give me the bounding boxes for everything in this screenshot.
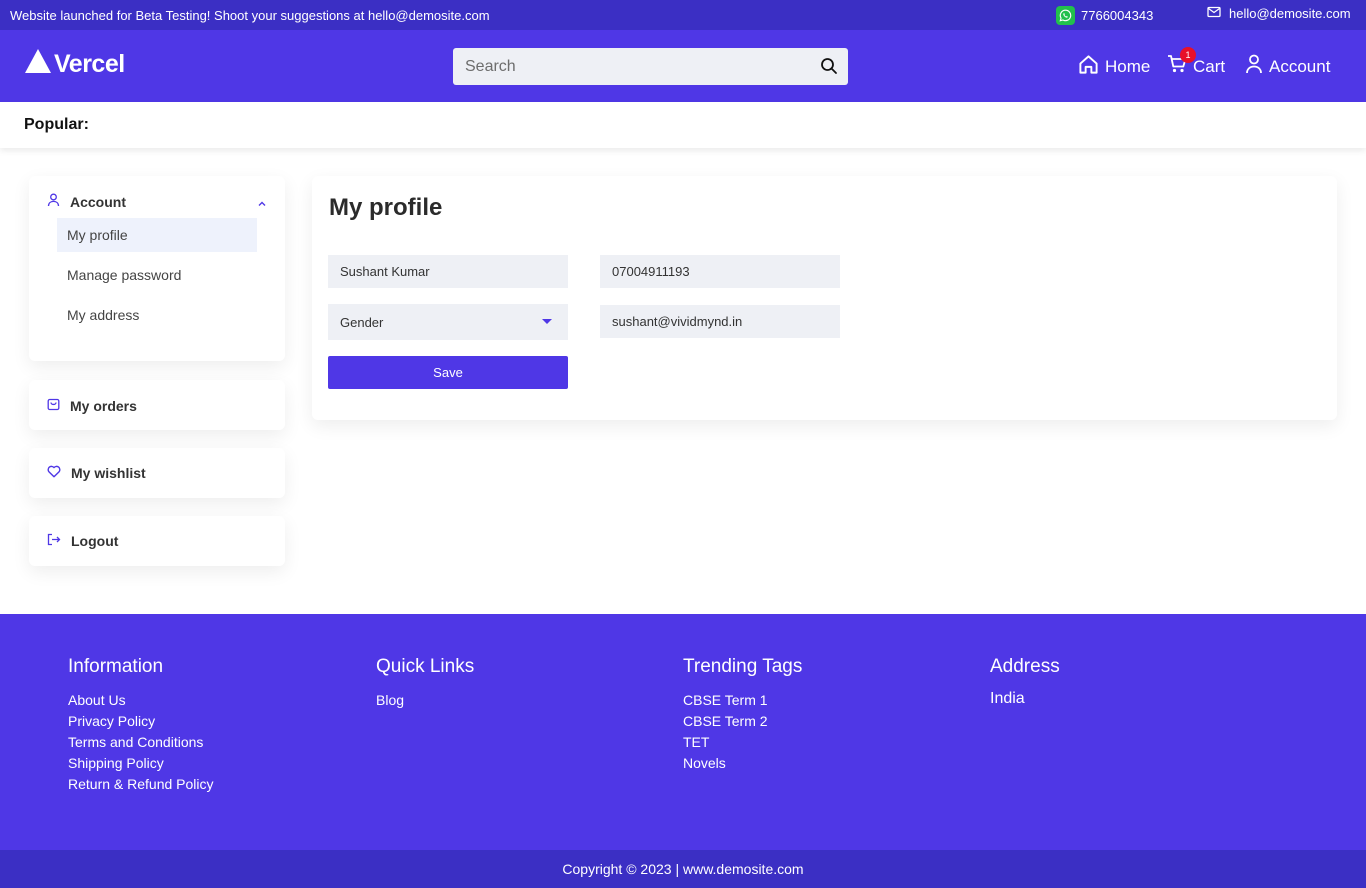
gender-select[interactable]: Gender [328,304,568,340]
footer-heading: Information [68,656,164,677]
user-icon [47,193,60,210]
footer-link-refund-policy[interactable]: Return & Refund Policy [68,774,214,795]
announcement-bar: Website launched for Beta Testing! Shoot… [0,0,1366,30]
nav-account-label: Account [1269,56,1331,76]
site-logo[interactable]: Vercel [24,48,125,81]
logout-label: Logout [71,533,119,549]
nav-account[interactable]: Account [1245,54,1330,79]
popular-bar: Popular: [0,102,1366,148]
footer-link-shipping-policy[interactable]: Shipping Policy [68,753,214,774]
email-field[interactable] [600,305,840,338]
gender-select-value: Gender [340,314,384,330]
home-icon [1078,54,1099,80]
footer-tag-cbse-term-2[interactable]: CBSE Term 2 [683,711,802,732]
email-address: hello@demosite.com [1229,6,1351,21]
mail-icon [1207,6,1221,21]
chevron-up-icon[interactable] [257,195,267,211]
footer-link-privacy-policy[interactable]: Privacy Policy [68,711,214,732]
page-title: My profile [329,194,443,221]
account-menu-header[interactable]: Account [47,193,267,210]
search-bar [453,48,848,85]
footer-tag-tet[interactable]: TET [683,732,802,753]
shopping-bag-icon [47,397,60,414]
copyright-bar: Copyright © 2023 | www.demosite.com [0,850,1366,888]
footer-heading: Quick Links [376,656,475,677]
nav-cart[interactable]: 1 Cart [1167,47,1226,79]
footer-column-quick-links: Quick Links Blog [376,656,474,711]
name-field[interactable] [328,255,568,288]
footer-tag-novels[interactable]: Novels [683,753,802,774]
caret-down-icon [542,319,552,324]
announcement-text: Website launched for Beta Testing! Shoot… [10,8,490,23]
footer-column-address: Address India [990,656,1060,708]
logo-text: Vercel [54,50,125,78]
search-input[interactable] [453,57,803,76]
cart-count-badge: 1 [1180,47,1196,63]
footer-heading: Trending Tags [683,656,803,677]
logout-card[interactable]: Logout [29,516,285,566]
search-icon[interactable] [820,57,838,75]
sidebar-item-my-address[interactable]: My address [57,298,257,332]
footer-link-about-us[interactable]: About Us [68,690,214,711]
phone-field[interactable] [600,255,840,288]
footer-column-information: Information About Us Privacy Policy Term… [68,656,214,795]
sidebar-item-manage-password[interactable]: Manage password [57,258,257,292]
save-button[interactable]: Save [328,356,568,389]
footer-address-text: India [990,690,1025,707]
nav-home-label: Home [1105,57,1151,76]
account-menu-label: Account [70,193,126,210]
nav-cart-label: Cart [1193,56,1226,76]
popular-label: Popular: [24,116,89,133]
logout-icon [47,533,61,549]
heart-icon [47,465,61,481]
orders-card[interactable]: My orders [29,380,285,430]
sidebar-item-logout[interactable]: Logout [47,533,118,549]
my-wishlist-label: My wishlist [71,465,146,481]
wishlist-card[interactable]: My wishlist [29,448,285,498]
site-footer: Information About Us Privacy Policy Term… [0,614,1366,850]
footer-tag-cbse-term-1[interactable]: CBSE Term 1 [683,690,802,711]
copyright-text: Copyright © 2023 | www.demosite.com [562,861,804,877]
triangle-logo-icon [24,48,52,81]
footer-link-terms[interactable]: Terms and Conditions [68,732,214,753]
sidebar-item-my-profile[interactable]: My profile [57,218,257,252]
whatsapp-icon [1056,6,1075,25]
account-menu-card: Account My profile Manage password My ad… [29,176,285,361]
profile-card: My profile Gender Save [312,176,1337,420]
phone-number: 7766004343 [1081,8,1154,23]
cart-icon: 1 [1167,47,1196,79]
footer-link-blog[interactable]: Blog [376,690,474,711]
sidebar-item-my-wishlist[interactable]: My wishlist [47,465,146,481]
email-contact[interactable]: hello@demosite.com [1207,6,1351,21]
sidebar-item-my-orders[interactable]: My orders [47,397,137,414]
phone-contact[interactable]: 7766004343 [1056,6,1153,25]
nav-home[interactable]: Home [1078,54,1150,80]
site-header: Vercel Home 1 Cart Account [0,30,1366,102]
footer-column-trending-tags: Trending Tags CBSE Term 1 CBSE Term 2 TE… [683,656,802,774]
footer-heading: Address [990,656,1060,677]
user-icon [1245,54,1263,79]
my-orders-label: My orders [70,397,137,414]
